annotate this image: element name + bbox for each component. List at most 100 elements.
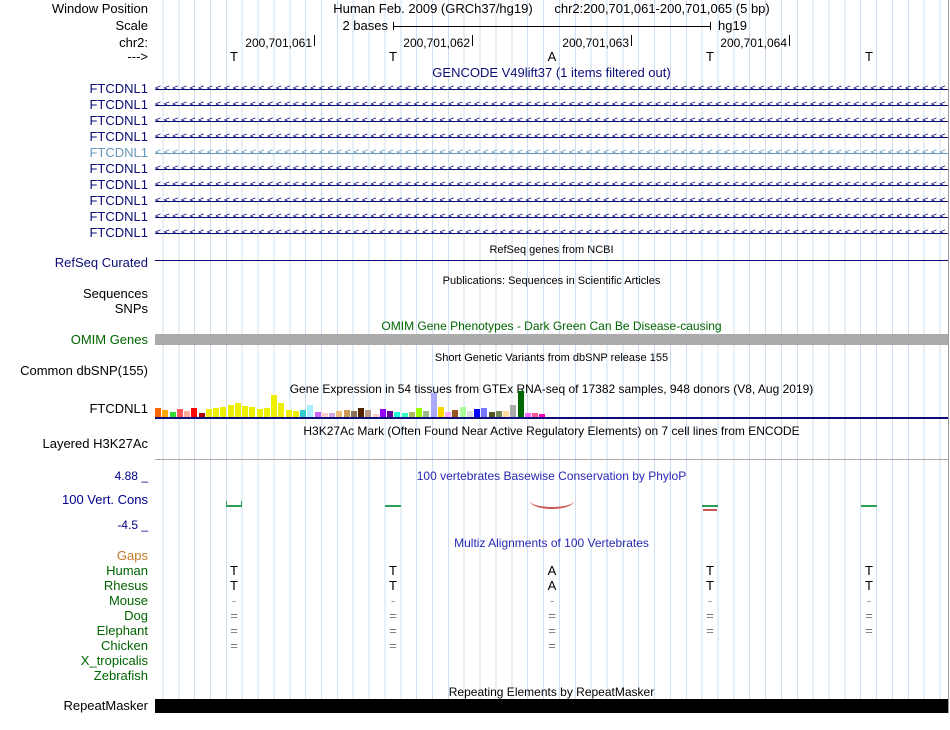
gtex-tissue-bar[interactable] bbox=[285, 410, 292, 417]
publications-sequences-label[interactable]: Sequences bbox=[0, 287, 150, 301]
gtex-tissue-bar[interactable] bbox=[234, 403, 241, 417]
repeatmasker-track-label[interactable]: RepeatMasker bbox=[0, 699, 150, 713]
gtex-tissue-bar[interactable] bbox=[278, 403, 285, 417]
gencode-transcript-label[interactable]: FTCDNL1 bbox=[0, 178, 150, 192]
gtex-tissue-bar[interactable] bbox=[437, 407, 444, 417]
multiz-species-label[interactable]: Elephant bbox=[0, 624, 150, 638]
gencode-transcript-label[interactable]: FTCDNL1 bbox=[0, 210, 150, 224]
coordinate-label: 200,701,061 bbox=[245, 36, 312, 50]
gencode-transcript-model[interactable]: <<<<<<<<<<<<<<<<<<<<<<<<<<<<<<<<<<<<<<<<… bbox=[155, 130, 948, 144]
assembly-position-title: Human Feb. 2009 (GRCh37/hg19) chr2:200,7… bbox=[333, 1, 770, 16]
gtex-tissue-bar[interactable] bbox=[517, 391, 524, 417]
gtex-tissue-bar[interactable] bbox=[205, 409, 212, 417]
gencode-transcript-model[interactable]: <<<<<<<<<<<<<<<<<<<<<<<<<<<<<<<<<<<<<<<<… bbox=[155, 178, 948, 192]
gtex-tissue-bar[interactable] bbox=[343, 410, 350, 417]
publications-snps-label[interactable]: SNPs bbox=[0, 302, 150, 316]
gencode-transcript-model[interactable]: <<<<<<<<<<<<<<<<<<<<<<<<<<<<<<<<<<<<<<<<… bbox=[155, 162, 948, 176]
alignment-base: A bbox=[547, 563, 557, 578]
gencode-transcript-model[interactable]: <<<<<<<<<<<<<<<<<<<<<<<<<<<<<<<<<<<<<<<<… bbox=[155, 146, 948, 160]
gtex-gene-model-line[interactable] bbox=[155, 417, 948, 419]
alignment-base: = bbox=[230, 638, 238, 653]
multiz-species-label[interactable]: X_tropicalis bbox=[0, 654, 150, 668]
gtex-tissue-bar[interactable] bbox=[191, 408, 198, 417]
alignment-base: = bbox=[389, 623, 397, 638]
gtex-tissue-bar[interactable] bbox=[510, 405, 517, 417]
gencode-transcript-label[interactable]: FTCDNL1 bbox=[0, 226, 150, 240]
alignment-base: = bbox=[706, 623, 714, 638]
reference-base: A bbox=[547, 49, 557, 64]
alignment-base: T bbox=[230, 578, 238, 593]
gtex-tissue-bar[interactable] bbox=[300, 410, 306, 417]
gtex-gene-label[interactable]: FTCDNL1 bbox=[0, 402, 150, 416]
repeatmasker-item[interactable] bbox=[155, 699, 948, 713]
gtex-tissue-bar[interactable] bbox=[227, 405, 234, 417]
gtex-tissue-bar[interactable] bbox=[176, 409, 183, 417]
gtex-tissue-bar[interactable] bbox=[271, 395, 277, 417]
gtex-tissue-bar[interactable] bbox=[481, 408, 488, 417]
gtex-tissue-bar[interactable] bbox=[220, 407, 227, 417]
multiz-species-label[interactable]: Human bbox=[0, 564, 150, 578]
multiz-species-label[interactable]: Dog bbox=[0, 609, 150, 623]
multiz-species-label[interactable]: Mouse bbox=[0, 594, 150, 608]
alignment-base: T bbox=[389, 563, 397, 578]
gencode-transcript-model[interactable]: <<<<<<<<<<<<<<<<<<<<<<<<<<<<<<<<<<<<<<<<… bbox=[155, 194, 948, 208]
omim-genes-label[interactable]: OMIM Genes bbox=[0, 333, 150, 347]
phylop-positive-mark bbox=[861, 505, 877, 507]
gencode-transcript-label[interactable]: FTCDNL1 bbox=[0, 82, 150, 96]
scale-assembly-name: hg19 bbox=[718, 18, 747, 33]
gtex-tissue-bar[interactable] bbox=[263, 408, 270, 417]
gtex-tissue-bar[interactable] bbox=[307, 405, 314, 417]
repeatmasker-track-title: Repeating Elements by RepeatMasker bbox=[448, 685, 655, 699]
coordinate-tick bbox=[631, 35, 632, 46]
gencode-transcript-model[interactable]: <<<<<<<<<<<<<<<<<<<<<<<<<<<<<<<<<<<<<<<<… bbox=[155, 98, 948, 112]
gencode-transcript-model[interactable]: <<<<<<<<<<<<<<<<<<<<<<<<<<<<<<<<<<<<<<<<… bbox=[155, 114, 948, 128]
gtex-tissue-bar[interactable] bbox=[256, 409, 263, 417]
gencode-transcript-label[interactable]: FTCDNL1 bbox=[0, 194, 150, 208]
gencode-transcript-label[interactable]: FTCDNL1 bbox=[0, 114, 150, 128]
alignment-base: T bbox=[865, 578, 873, 593]
gtex-tissue-bar[interactable] bbox=[358, 408, 364, 417]
alignment-base: T bbox=[706, 578, 714, 593]
gencode-transcript-model[interactable]: <<<<<<<<<<<<<<<<<<<<<<<<<<<<<<<<<<<<<<<<… bbox=[155, 210, 948, 224]
omim-gene-item[interactable] bbox=[155, 334, 948, 345]
gtex-tissue-bar[interactable] bbox=[155, 408, 161, 417]
dbsnp-track-label[interactable]: Common dbSNP(155) bbox=[0, 364, 150, 378]
phylop-track-title: 100 vertebrates Basewise Conservation by… bbox=[416, 469, 687, 483]
multiz-species-label[interactable]: Chicken bbox=[0, 639, 150, 653]
gtex-tissue-bar[interactable] bbox=[416, 408, 422, 417]
h3k27ac-track-label[interactable]: Layered H3K27Ac bbox=[0, 437, 150, 451]
alignment-base: - bbox=[390, 593, 396, 608]
publications-track-title: Publications: Sequences in Scientific Ar… bbox=[442, 275, 661, 287]
multiz-species-label[interactable]: Gaps bbox=[0, 549, 150, 563]
gtex-tissue-bar[interactable] bbox=[162, 410, 169, 417]
alignment-base: T bbox=[865, 563, 873, 578]
gtex-tissue-bar[interactable] bbox=[213, 408, 219, 417]
gencode-transcript-label[interactable]: FTCDNL1 bbox=[0, 146, 150, 160]
gtex-tissue-bar[interactable] bbox=[474, 409, 480, 417]
refseq-curated-label[interactable]: RefSeq Curated bbox=[0, 256, 150, 270]
gtex-tissue-bar[interactable] bbox=[365, 410, 372, 417]
scale-value: 2 bases bbox=[342, 18, 388, 33]
gencode-transcript-label[interactable]: FTCDNL1 bbox=[0, 130, 150, 144]
alignment-base: = bbox=[706, 608, 714, 623]
refseq-curated-item[interactable] bbox=[155, 260, 948, 261]
multiz-species-label[interactable]: Rhesus bbox=[0, 579, 150, 593]
gtex-tissue-bar[interactable] bbox=[459, 407, 466, 417]
alignment-base: = bbox=[548, 638, 556, 653]
gtex-tissue-bar[interactable] bbox=[242, 406, 248, 417]
alignment-base: - bbox=[866, 593, 872, 608]
multiz-species-label[interactable]: Zebrafish bbox=[0, 669, 150, 683]
gencode-transcript-label[interactable]: FTCDNL1 bbox=[0, 98, 150, 112]
gtex-tissue-bar[interactable] bbox=[430, 393, 437, 417]
gencode-transcript-model[interactable]: <<<<<<<<<<<<<<<<<<<<<<<<<<<<<<<<<<<<<<<<… bbox=[155, 82, 948, 96]
gtex-tissue-bar[interactable] bbox=[249, 407, 256, 417]
gencode-transcript-model[interactable]: <<<<<<<<<<<<<<<<<<<<<<<<<<<<<<<<<<<<<<<<… bbox=[155, 226, 948, 240]
alignment-base: = bbox=[230, 623, 238, 638]
gencode-transcript-label[interactable]: FTCDNL1 bbox=[0, 162, 150, 176]
gtex-tissue-bar[interactable] bbox=[379, 409, 386, 417]
chromosome-label: chr2: bbox=[119, 35, 148, 50]
phylop-track-label[interactable]: 100 Vert. Cons bbox=[0, 493, 150, 507]
gtex-tissue-bar[interactable] bbox=[452, 410, 459, 417]
gtex-expression-chart[interactable] bbox=[155, 391, 546, 417]
gencode-track-title: GENCODE V49lift37 (1 items filtered out) bbox=[432, 65, 671, 80]
